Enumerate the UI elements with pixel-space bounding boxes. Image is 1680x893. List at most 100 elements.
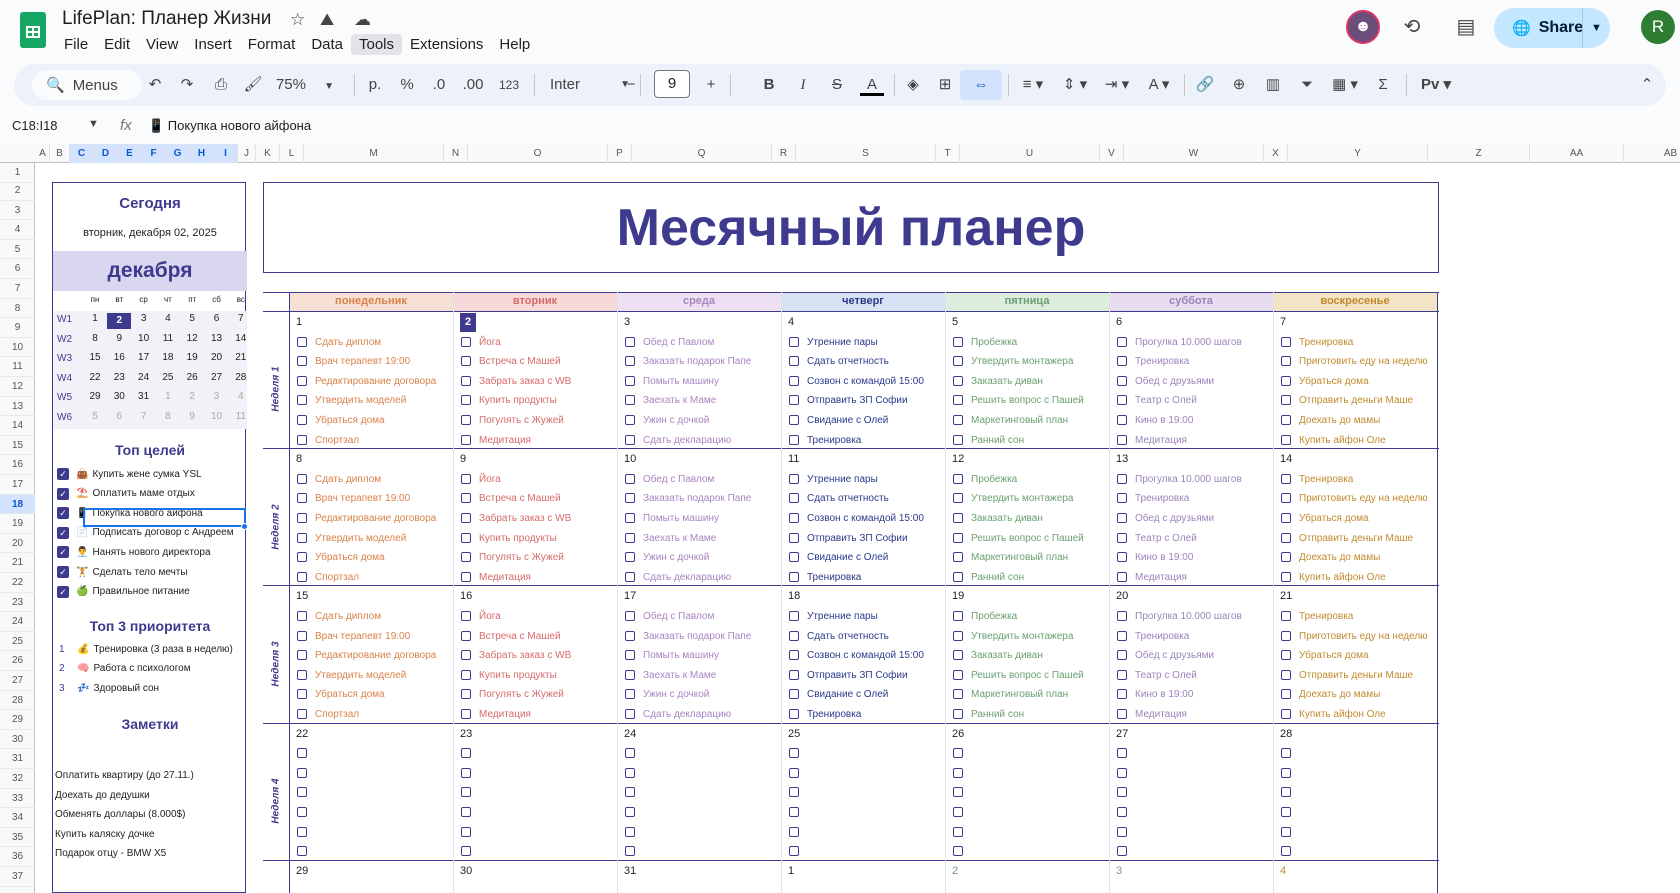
calendar-day[interactable]: 13 [205, 333, 229, 344]
row-header-22[interactable]: 22 [0, 573, 35, 593]
calendar-day[interactable]: 5 [83, 411, 107, 422]
document-title[interactable]: LifePlan: Планер Жизни [62, 8, 271, 30]
task-text[interactable]: Врач терапевт 19:00 [315, 627, 449, 646]
task-checkbox[interactable] [461, 709, 471, 719]
task-text[interactable]: Погулять с Жужей [479, 411, 613, 430]
calendar-day[interactable]: 11 [229, 411, 253, 422]
task-text[interactable]: Ужин с дочкой [643, 411, 777, 430]
task-checkbox[interactable] [1117, 356, 1127, 367]
task-checkbox[interactable] [1281, 689, 1291, 700]
task-text[interactable]: Убраться дома [315, 411, 449, 430]
menu-format[interactable]: Format [240, 34, 304, 55]
task-text[interactable]: Сдать диплом [315, 607, 449, 626]
column-header-m[interactable]: M [304, 144, 444, 163]
task-checkbox[interactable] [1117, 846, 1127, 857]
task-checkbox[interactable] [625, 826, 635, 837]
task-text[interactable]: Погулять с Жужей [479, 548, 613, 567]
row-header-33[interactable]: 33 [0, 789, 35, 809]
formula-input[interactable]: 📱 Покупка нового айфона [148, 118, 311, 134]
task-checkbox[interactable] [297, 826, 307, 837]
task-checkbox[interactable] [1117, 709, 1127, 719]
column-header-j[interactable]: J [238, 144, 256, 163]
task-text[interactable]: Тренировка [1299, 333, 1433, 352]
task-text[interactable]: Медитация [1135, 705, 1269, 724]
task-checkbox[interactable] [1281, 709, 1291, 719]
task-checkbox[interactable] [1117, 473, 1127, 484]
calendar-day[interactable]: 19 [180, 352, 204, 363]
task-text[interactable]: Кино в 19:00 [1135, 548, 1269, 567]
task-text[interactable]: Обед с друзьями [1135, 646, 1269, 665]
task-text[interactable]: Театр с Олей [1135, 666, 1269, 685]
row-header-21[interactable]: 21 [0, 553, 35, 573]
task-checkbox[interactable] [1117, 650, 1127, 661]
task-checkbox[interactable] [953, 846, 963, 857]
task-text[interactable]: Спортзал [315, 431, 449, 450]
task-checkbox[interactable] [625, 689, 635, 700]
task-text[interactable]: Маркетинговый план [971, 685, 1105, 704]
calendar-day[interactable]: 28 [229, 372, 253, 383]
task-checkbox[interactable] [1281, 434, 1291, 445]
goal-checkbox[interactable]: ✓ [57, 507, 69, 520]
percent-format-button[interactable]: % [396, 74, 418, 96]
column-header-aa[interactable]: AA [1530, 144, 1624, 163]
task-text[interactable]: Обед с друзьями [1135, 509, 1269, 528]
calendar-day[interactable]: 9 [107, 333, 131, 344]
insert-link-icon[interactable]: 🔗 [1194, 74, 1216, 96]
calendar-day[interactable]: 16 [107, 352, 131, 363]
task-checkbox[interactable] [789, 571, 799, 582]
calendar-day[interactable]: 11 [156, 333, 180, 344]
task-text[interactable]: Заехать к Маме [643, 391, 777, 410]
task-checkbox[interactable] [461, 552, 471, 563]
task-checkbox[interactable] [625, 356, 635, 367]
task-checkbox[interactable] [461, 571, 471, 582]
task-checkbox[interactable] [953, 611, 963, 621]
row-header-16[interactable]: 16 [0, 455, 35, 475]
task-text[interactable]: Редактирование договора [315, 372, 449, 391]
task-checkbox[interactable] [297, 767, 307, 778]
column-header-h[interactable]: H [190, 144, 214, 163]
menus-search[interactable]: 🔍 Menus [32, 70, 142, 100]
task-checkbox[interactable] [789, 513, 799, 523]
task-text[interactable]: Пробежка [971, 607, 1105, 626]
name-box[interactable]: C18:I18 [12, 118, 58, 133]
task-text[interactable]: Решить вопрос с Пашей [971, 391, 1105, 410]
row-header-10[interactable]: 10 [0, 338, 35, 358]
task-checkbox[interactable] [953, 767, 963, 778]
task-text[interactable]: Спортзал [315, 705, 449, 724]
task-checkbox[interactable] [953, 807, 963, 817]
paint-format-icon[interactable]: 🖌 [242, 74, 264, 96]
task-text[interactable]: Тренировка [807, 568, 941, 587]
task-checkbox[interactable] [461, 395, 471, 406]
task-text[interactable]: Тренировка [1299, 470, 1433, 489]
task-checkbox[interactable] [297, 807, 307, 817]
task-checkbox[interactable] [297, 395, 307, 406]
task-checkbox[interactable] [1117, 375, 1127, 386]
task-text[interactable]: Тренировка [807, 431, 941, 450]
task-checkbox[interactable] [953, 826, 963, 837]
task-text[interactable]: Купить айфон Оле [1299, 568, 1433, 587]
task-checkbox[interactable] [1117, 689, 1127, 700]
task-text[interactable]: Пробежка [971, 333, 1105, 352]
selected-range[interactable] [83, 508, 246, 527]
task-checkbox[interactable] [953, 669, 963, 680]
task-checkbox[interactable] [1281, 571, 1291, 582]
row-header-14[interactable]: 14 [0, 416, 35, 436]
task-checkbox[interactable] [789, 356, 799, 367]
task-checkbox[interactable] [297, 650, 307, 661]
row-header-18[interactable]: 18 [0, 494, 35, 515]
calendar-day[interactable]: 27 [205, 372, 229, 383]
task-text[interactable]: Редактирование договора [315, 509, 449, 528]
row-header-17[interactable]: 17 [0, 475, 35, 495]
collapse-toolbar-icon[interactable]: ⌃ [1636, 74, 1658, 96]
more-formats-button[interactable]: 123 [494, 74, 524, 96]
task-checkbox[interactable] [461, 767, 471, 778]
task-checkbox[interactable] [297, 336, 307, 347]
task-checkbox[interactable] [625, 532, 635, 543]
task-text[interactable]: Заказать диван [971, 509, 1105, 528]
task-checkbox[interactable] [297, 571, 307, 582]
task-checkbox[interactable] [625, 336, 635, 347]
column-header-i[interactable]: I [214, 144, 238, 163]
task-checkbox[interactable] [953, 395, 963, 406]
task-checkbox[interactable] [461, 473, 471, 484]
task-checkbox[interactable] [953, 513, 963, 523]
